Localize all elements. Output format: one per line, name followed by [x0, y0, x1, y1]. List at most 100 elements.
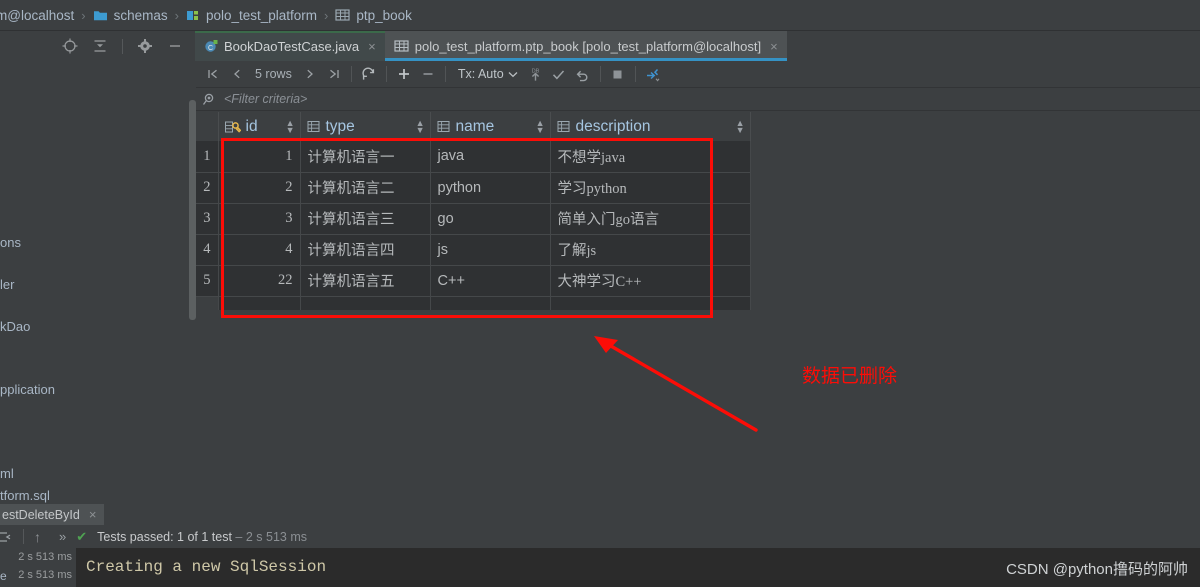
cell-name[interactable]: python — [430, 172, 551, 204]
cell-name[interactable]: C++ — [430, 265, 551, 297]
sidebar-item[interactable]: ml — [0, 466, 14, 481]
test-tree-panel: e 2 s 513 ms 2 s 513 ms — [0, 548, 76, 587]
rollback-icon[interactable] — [571, 62, 595, 86]
watermark: CSDN @python撸码的阿帅 — [1006, 561, 1188, 578]
close-icon[interactable]: × — [368, 39, 376, 54]
toolbar-divider — [385, 66, 387, 82]
column-header-id[interactable]: id ▲ ▼ — [218, 112, 301, 141]
sort-icon[interactable]: ▲ ▼ — [736, 118, 745, 134]
collapse-all-icon[interactable] — [92, 38, 108, 54]
settings-gear-icon[interactable] — [137, 38, 153, 54]
java-class-icon: C — [204, 39, 218, 53]
collapse-icon[interactable] — [0, 529, 13, 545]
sort-icon[interactable]: ▲ ▼ — [286, 118, 295, 134]
cell-description[interactable]: 大神学习C++ — [550, 265, 751, 297]
test-duration: 2 s 513 ms — [18, 551, 72, 563]
expand-icon[interactable]: » — [59, 529, 66, 544]
sort-icon[interactable]: ▲ ▼ — [416, 118, 425, 134]
cell-description[interactable]: 学习python — [550, 172, 751, 204]
delete-row-button[interactable] — [416, 62, 440, 86]
breadcrumb-item-schema[interactable]: polo_test_platform — [186, 8, 317, 23]
primary-key-icon — [224, 120, 241, 134]
toolbar-divider — [634, 66, 636, 82]
breadcrumb: m@localhost › schemas › polo_test_platfo… — [0, 0, 1200, 31]
cell-type[interactable]: 计算机语言五 — [300, 265, 431, 297]
cell-type[interactable]: 计算机语言一 — [300, 141, 431, 173]
first-page-button[interactable] — [201, 62, 225, 86]
tab-label: BookDaoTestCase.java — [224, 38, 360, 54]
row-number: 5 — [196, 265, 219, 297]
svg-text:C: C — [208, 45, 213, 52]
submit-to-db-icon[interactable]: DB — [525, 62, 547, 86]
table-row[interactable]: 2 2 计算机语言二 python 学习python — [196, 172, 751, 204]
result-table: id ▲ ▼ type ▲ ▼ name ▲ ▼ description ▲ ▼… — [196, 112, 751, 310]
run-tab-strip: estDeleteById × — [0, 504, 1200, 525]
filter-bar[interactable]: <Filter criteria> — [196, 88, 1200, 111]
cell-id[interactable]: 2 — [218, 172, 301, 204]
cell-name[interactable]: js — [430, 234, 551, 266]
grid-toolbar: 5 rows Tx: Auto DB — [196, 61, 1200, 88]
breadcrumb-separator: › — [174, 7, 179, 23]
column-icon — [307, 120, 321, 133]
prev-page-button[interactable] — [225, 62, 249, 86]
hide-panel-icon[interactable] — [167, 38, 183, 54]
transaction-mode-label: Tx: Auto — [457, 67, 504, 81]
sidebar-scrollbar[interactable] — [189, 100, 196, 320]
sidebar-item[interactable]: kDao — [0, 319, 30, 334]
sidebar-item[interactable]: pplication — [0, 382, 55, 397]
filter-input[interactable]: <Filter criteria> — [224, 92, 307, 106]
sidebar-item[interactable]: ler — [0, 277, 14, 292]
table-row[interactable]: 3 3 计算机语言三 go 简单入门go语言 — [196, 203, 751, 235]
cell-type[interactable]: 计算机语言三 — [300, 203, 431, 235]
last-page-button[interactable] — [322, 62, 346, 86]
tab-ptp-book[interactable]: polo_test_platform.ptp_book [polo_test_p… — [384, 31, 787, 61]
table-row[interactable]: 5 22 计算机语言五 C++ 大神学习C++ — [196, 265, 751, 297]
transaction-mode-select[interactable]: Tx: Auto — [451, 67, 525, 81]
cell-type[interactable]: 计算机语言二 — [300, 172, 431, 204]
sidebar-item[interactable]: tform.sql — [0, 488, 50, 503]
annotation-label: 数据已删除 — [802, 366, 898, 387]
modify-table-icon[interactable] — [641, 62, 665, 86]
cell-id[interactable]: 22 — [218, 265, 301, 297]
scroll-up-icon[interactable]: ↑ — [34, 529, 41, 545]
next-page-button[interactable] — [298, 62, 322, 86]
toolbar-divider — [23, 529, 24, 544]
breadcrumb-item-host[interactable]: m@localhost — [0, 8, 74, 23]
add-row-button[interactable] — [392, 62, 416, 86]
project-sidebar: ons ler kDao pplication ml tform.sql — [0, 61, 188, 504]
cell-id[interactable]: 1 — [218, 141, 301, 173]
breadcrumb-item-table[interactable]: ptp_book — [335, 8, 412, 23]
sidebar-item[interactable]: ons — [0, 235, 21, 250]
run-tab-label: estDeleteById — [2, 507, 80, 522]
reload-icon[interactable] — [357, 62, 381, 86]
console-output[interactable]: Creating a new SqlSession CSDN @python撸码… — [0, 548, 1200, 587]
cell-id[interactable]: 3 — [218, 203, 301, 235]
cell-name[interactable]: java — [430, 141, 551, 173]
table-row[interactable]: 4 4 计算机语言四 js 了解js — [196, 234, 751, 266]
table-row[interactable]: 1 1 计算机语言一 java 不想学java — [196, 141, 751, 173]
cell-description[interactable]: 简单入门go语言 — [550, 203, 751, 235]
locate-icon[interactable] — [62, 38, 78, 54]
breadcrumb-item-schemas[interactable]: schemas — [93, 8, 168, 23]
close-icon[interactable]: × — [89, 507, 97, 522]
test-tree-item-label[interactable]: e — [0, 569, 7, 583]
sort-icon[interactable]: ▲ ▼ — [536, 118, 545, 134]
cell-id[interactable]: 4 — [218, 234, 301, 266]
column-header-name[interactable]: name ▲ ▼ — [430, 112, 551, 141]
run-tab[interactable]: estDeleteById × — [0, 504, 105, 525]
cell-type[interactable]: 计算机语言四 — [300, 234, 431, 266]
cell-description[interactable]: 不想学java — [550, 141, 751, 173]
breadcrumb-label: m@localhost — [0, 7, 75, 23]
schema-icon — [186, 9, 200, 22]
column-header-description[interactable]: description ▲ ▼ — [550, 112, 751, 141]
cell-name[interactable]: go — [430, 203, 551, 235]
column-header-type[interactable]: type ▲ ▼ — [300, 112, 431, 141]
table-empty-row — [196, 296, 751, 310]
table-icon — [335, 8, 350, 22]
stop-icon[interactable] — [606, 62, 630, 86]
toolbar-divider — [599, 66, 601, 82]
cell-description[interactable]: 了解js — [550, 234, 751, 266]
commit-icon[interactable] — [547, 62, 571, 86]
close-icon[interactable]: × — [770, 39, 778, 54]
tab-bookdaotestcase[interactable]: C BookDaoTestCase.java × — [195, 31, 385, 61]
